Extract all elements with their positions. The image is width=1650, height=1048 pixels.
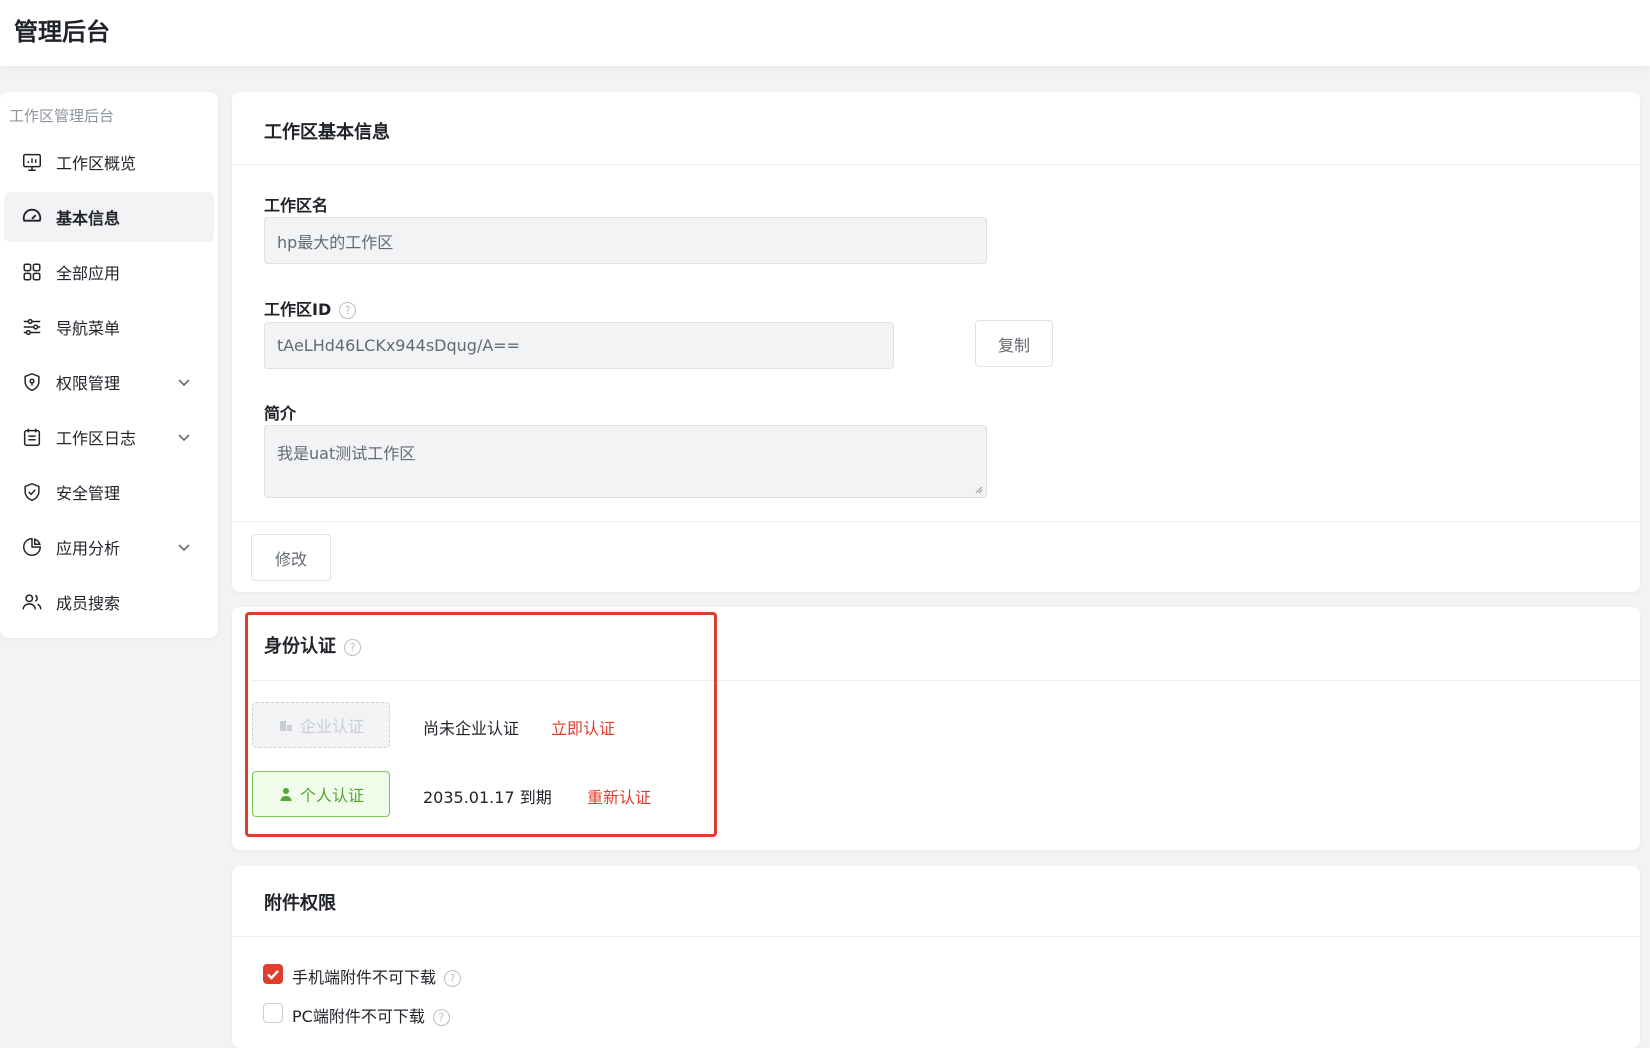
sidebar-item-permissions[interactable]: 权限管理 (4, 357, 214, 407)
workspace-id-label-text: 工作区ID (264, 300, 332, 319)
sidebar-item-security[interactable]: 安全管理 (4, 467, 214, 517)
help-circle-icon[interactable]: ? (339, 302, 357, 319)
pc-download-label: PC端附件不可下载? (292, 1003, 450, 1027)
sidebar-item-label: 权限管理 (56, 374, 121, 393)
users-icon (20, 590, 44, 614)
shield-lock-icon (20, 370, 44, 394)
sidebar-item-nav-menu[interactable]: 导航菜单 (4, 302, 214, 352)
monitor-chart-icon (20, 150, 44, 174)
basic-info-title: 工作区基本信息 (264, 122, 390, 143)
divider (232, 521, 1640, 522)
chevron-down-icon[interactable] (176, 539, 192, 555)
divider (232, 164, 1640, 165)
workspace-id-field[interactable]: tAeLHd46LCKx944sDqug/A== (264, 322, 894, 369)
resize-handle-icon[interactable] (973, 484, 983, 494)
sidebar-item-overview[interactable]: 工作区概览 (4, 137, 214, 187)
workspace-id-label: 工作区ID? (264, 296, 357, 320)
basic-info-card: 工作区基本信息 工作区名 hp最大的工作区 工作区ID? tAeLHd46LCK… (232, 92, 1640, 592)
intro-textarea[interactable]: 我是uat测试工作区 (264, 425, 987, 498)
intro-label: 简介 (264, 404, 297, 423)
sidebar-item-label: 成员搜索 (56, 594, 121, 613)
sidebar-item-label: 基本信息 (56, 209, 121, 228)
chevron-down-icon[interactable] (176, 374, 192, 390)
shield-check-icon (20, 480, 44, 504)
edit-button[interactable]: 修改 (251, 534, 331, 581)
mobile-download-label-text: 手机端附件不可下载 (292, 968, 437, 987)
sidebar-item-member-search[interactable]: 成员搜索 (4, 577, 214, 627)
checkmark-icon (267, 970, 279, 980)
workspace-name-label: 工作区名 (264, 196, 329, 215)
sidebar-group-label: 工作区管理后台 (9, 107, 115, 125)
app-title: 管理后台 (14, 18, 110, 46)
sidebar-item-all-apps[interactable]: 全部应用 (4, 247, 214, 297)
mobile-download-label: 手机端附件不可下载? (292, 964, 462, 988)
sidebar-item-label: 应用分析 (56, 539, 121, 558)
copy-button[interactable]: 复制 (975, 320, 1053, 367)
help-circle-icon[interactable]: ? (444, 970, 462, 987)
sliders-icon (20, 315, 44, 339)
dashboard-gauge-icon (20, 205, 44, 229)
calendar-log-icon (20, 425, 44, 449)
grid-apps-icon (20, 260, 44, 284)
sidebar-item-basic-info[interactable]: 基本信息 (4, 192, 214, 242)
mobile-download-checkbox[interactable] (263, 964, 283, 984)
workspace-name-field[interactable]: hp最大的工作区 (264, 217, 987, 264)
sidebar-item-label: 安全管理 (56, 484, 121, 503)
chevron-down-icon[interactable] (176, 429, 192, 445)
sidebar: 工作区管理后台 工作区概览 基本信息 全部应用 导航菜单 权限管理 工作区日志 … (0, 92, 218, 638)
sidebar-item-app-analysis[interactable]: 应用分析 (4, 522, 214, 572)
sidebar-item-label: 工作区概览 (56, 154, 137, 173)
sidebar-item-workspace-log[interactable]: 工作区日志 (4, 412, 214, 462)
sidebar-item-label: 导航菜单 (56, 319, 121, 338)
divider (232, 936, 1640, 937)
pc-download-label-text: PC端附件不可下载 (292, 1007, 425, 1026)
help-circle-icon[interactable]: ? (432, 1009, 450, 1026)
pc-download-checkbox[interactable] (263, 1003, 283, 1023)
top-bar: 管理后台 (0, 0, 1650, 66)
pie-chart-icon (20, 535, 44, 559)
sidebar-item-label: 工作区日志 (56, 429, 137, 448)
attachment-permissions-title: 附件权限 (264, 893, 336, 914)
highlight-box (245, 612, 717, 837)
sidebar-item-label: 全部应用 (56, 264, 121, 283)
intro-text: 我是uat测试工作区 (277, 444, 416, 463)
